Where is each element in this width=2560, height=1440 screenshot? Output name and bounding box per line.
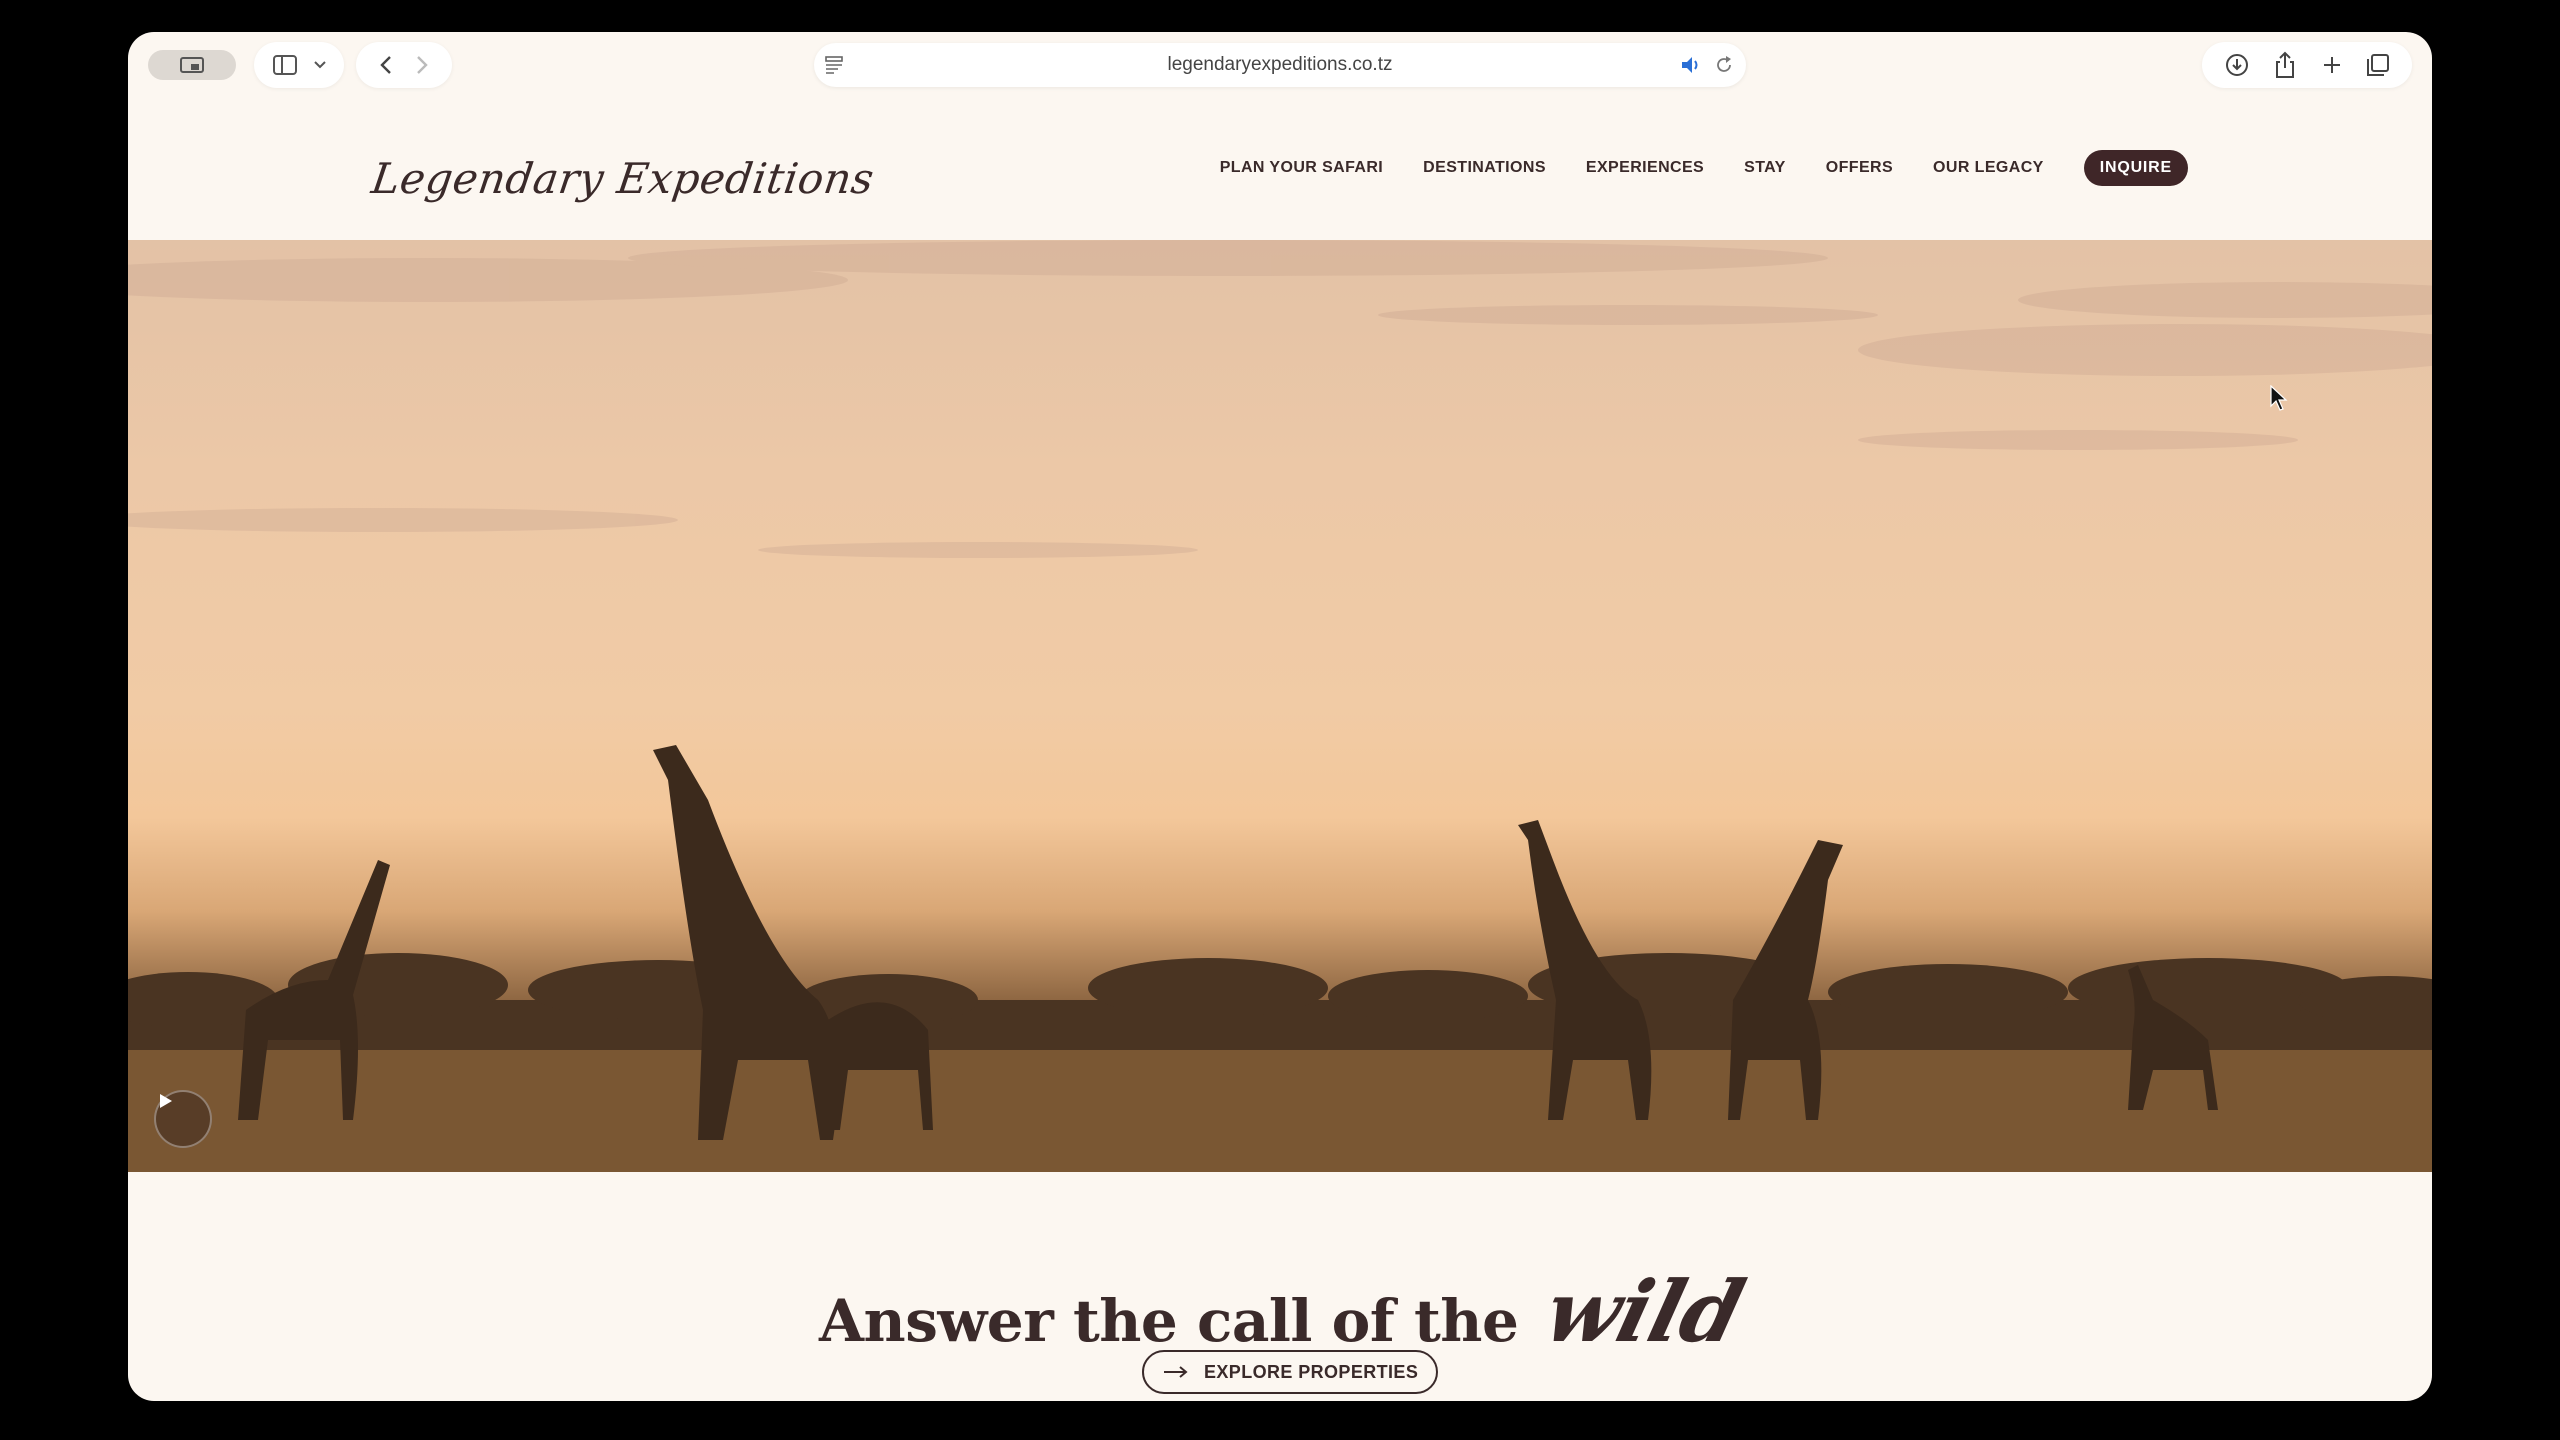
sidebar-controls [254,42,344,88]
address-bar[interactable]: legendaryexpeditions.co.tz [814,43,1746,87]
nav-plan-your-safari[interactable]: PLAN YOUR SAFARI [1220,159,1383,177]
download-icon[interactable] [2224,52,2250,78]
browser-window: legendaryexpeditions.co.tz Legendary Exp… [128,32,2432,1401]
nav-offers[interactable]: OFFERS [1826,159,1893,177]
main-nav: PLAN YOUR SAFARI DESTINATIONS EXPERIENCE… [1220,150,2188,186]
url-text: legendaryexpeditions.co.tz [1167,54,1393,75]
new-tab-icon[interactable] [2321,54,2343,76]
play-icon [160,1094,172,1108]
reload-icon[interactable] [1714,55,1734,75]
share-icon[interactable] [2273,51,2297,79]
hero-tagline: Answer the call of the wild [128,1262,2432,1361]
site-header: Legendary Expeditions PLAN YOUR SAFARI D… [128,102,2432,240]
sidebar-icon[interactable] [272,54,298,76]
explore-properties-button[interactable]: EXPLORE PROPERTIES [1142,1350,1439,1394]
tab-overview-button[interactable] [148,50,236,80]
hero-scene [128,240,2432,1172]
tab-overview-icon [180,57,204,73]
nav-experiences[interactable]: EXPERIENCES [1586,159,1704,177]
play-button[interactable] [154,1090,212,1148]
speaker-icon[interactable] [1680,55,1702,75]
toolbar-actions [2202,42,2412,88]
back-icon[interactable] [379,54,393,76]
nav-our-legacy[interactable]: OUR LEGACY [1933,159,2044,177]
nav-destinations[interactable]: DESTINATIONS [1423,159,1546,177]
inquire-button[interactable]: INQUIRE [2083,150,2188,186]
tabs-icon[interactable] [2366,53,2390,77]
forward-icon[interactable] [415,54,429,76]
tagline-main: Answer the call of the [819,1287,1519,1355]
browser-toolbar: legendaryexpeditions.co.tz [128,32,2432,102]
site-logo[interactable]: Legendary Expeditions [369,154,878,203]
chevron-down-icon[interactable] [313,60,327,70]
history-controls [356,42,452,88]
nav-stay[interactable]: STAY [1744,159,1786,177]
mouse-cursor-icon [2270,385,2288,411]
arrow-right-icon [1164,1366,1188,1378]
tagline-script-word: wild [1535,1262,1754,1361]
hero-video[interactable] [128,240,2432,1172]
explore-label: EXPLORE PROPERTIES [1204,1361,1419,1382]
